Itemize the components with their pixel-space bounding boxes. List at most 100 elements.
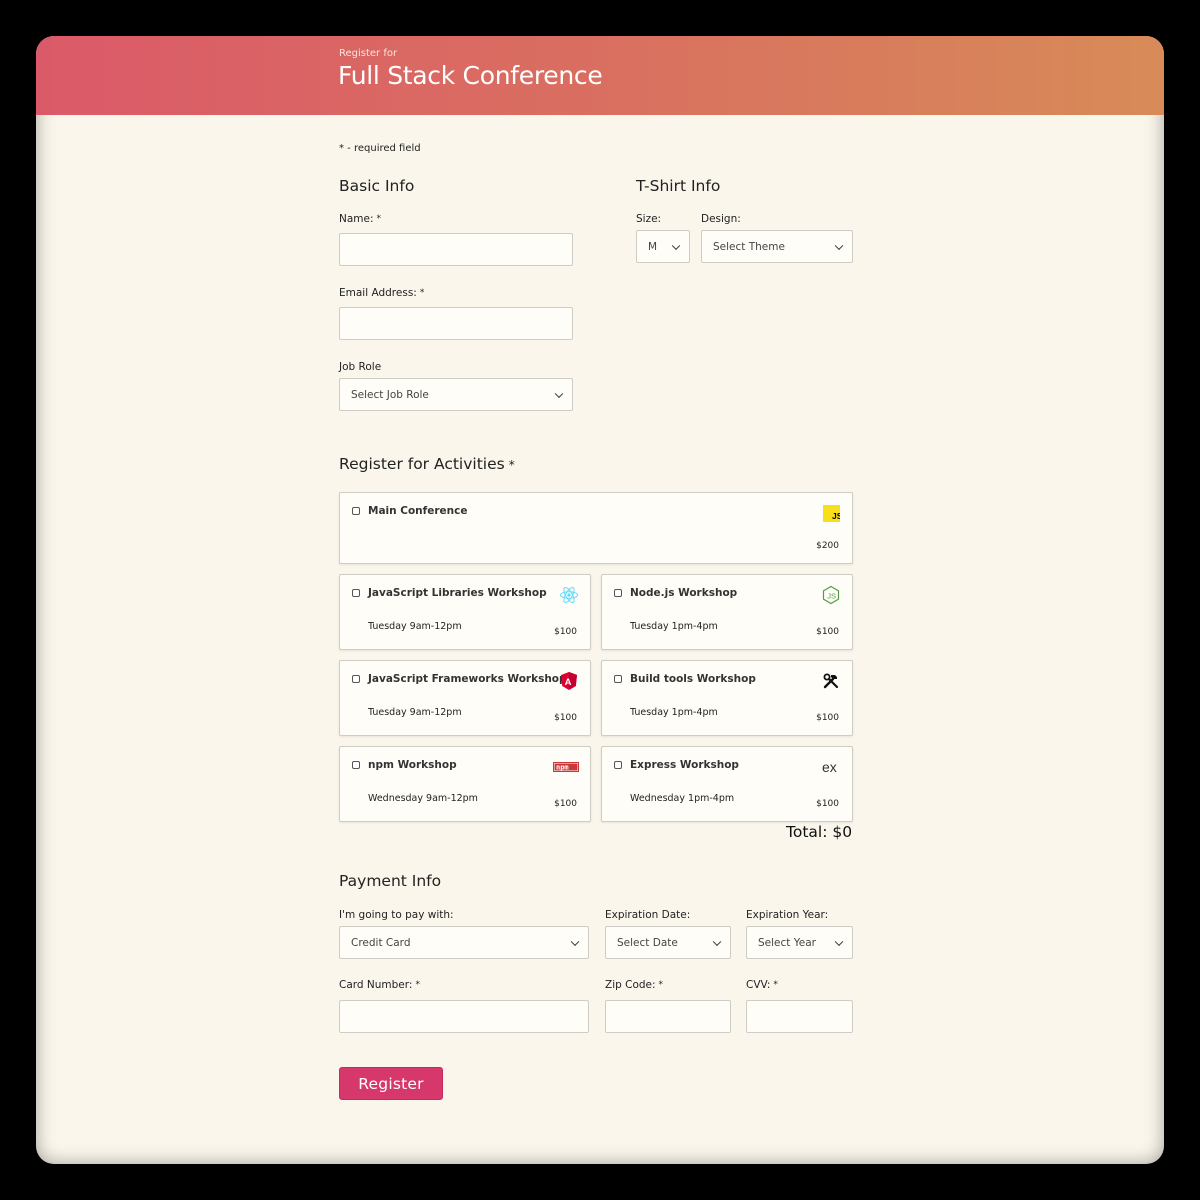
email-label-text: Email Address:	[339, 287, 417, 299]
expiration-date-select[interactable]: Select Date	[605, 926, 731, 959]
activity-name: Main Conference	[368, 505, 468, 517]
required-marker: *	[658, 980, 664, 990]
activity-time: Wednesday 9am-12pm	[368, 793, 478, 804]
activity-express-workshop[interactable]: Express Workshop ex Wednesday 1pm-4pm $1…	[601, 746, 853, 822]
expiration-year-label: Expiration Year:	[746, 909, 829, 921]
job-role-select[interactable]: Select Job Role	[339, 378, 573, 411]
required-marker: *	[376, 214, 382, 224]
npm-icon: npm	[552, 757, 580, 777]
expiration-year-select[interactable]: Select Year	[746, 926, 853, 959]
activities-title-text: Register for Activities	[339, 455, 505, 473]
activity-checkbox[interactable]	[352, 589, 360, 597]
activity-checkbox[interactable]	[352, 761, 360, 769]
email-input[interactable]	[339, 307, 573, 340]
cvv-label-text: CVV:	[746, 979, 771, 991]
express-icon: ex	[821, 757, 841, 777]
activities-total: Total: $0	[786, 823, 853, 841]
zip-code-input[interactable]	[605, 1000, 731, 1033]
design-select-value: Select Theme	[713, 240, 785, 253]
svg-text:npm: npm	[556, 764, 569, 772]
activity-price: $200	[816, 541, 839, 551]
activity-price: $100	[816, 627, 839, 637]
app-window: Register for Full Stack Conference * - r…	[36, 36, 1164, 1164]
email-label: Email Address: *	[339, 287, 424, 299]
svg-text:ex: ex	[822, 759, 837, 775]
card-number-input[interactable]	[339, 1000, 589, 1033]
tshirt-info-title: T-Shirt Info	[636, 177, 721, 195]
activity-time: Tuesday 1pm-4pm	[630, 621, 718, 632]
activity-name: Node.js Workshop	[630, 587, 738, 599]
activity-checkbox[interactable]	[352, 507, 360, 515]
chevron-down-icon	[554, 389, 564, 398]
activity-npm-workshop[interactable]: npm Workshop npm Wednesday 9am-12pm $100	[339, 746, 591, 822]
angular-icon: A	[559, 671, 579, 691]
react-icon	[559, 585, 579, 605]
activity-time: Tuesday 9am-12pm	[368, 621, 462, 632]
design-label: Design:	[701, 213, 741, 225]
svg-text:JS: JS	[827, 592, 836, 601]
activity-checkbox[interactable]	[352, 675, 360, 683]
activity-name: Build tools Workshop	[630, 673, 756, 685]
required-field-note: * - required field	[339, 143, 421, 154]
zip-code-label: Zip Code: *	[605, 979, 663, 991]
expiration-date-value: Select Date	[617, 936, 678, 949]
chevron-down-icon	[570, 937, 580, 946]
activity-nodejs-workshop[interactable]: Node.js Workshop JS Tuesday 1pm-4pm $100	[601, 574, 853, 650]
activity-name: Express Workshop	[630, 759, 739, 771]
expiration-year-value: Select Year	[758, 936, 816, 949]
activity-time: Tuesday 1pm-4pm	[630, 707, 718, 718]
activity-name: JavaScript Frameworks Workshop	[368, 673, 567, 685]
header-pre-title: Register for	[339, 48, 398, 59]
card-number-label: Card Number: *	[339, 979, 420, 991]
payment-method-label: I'm going to pay with:	[339, 909, 454, 921]
activities-title: Register for Activities *	[339, 455, 515, 473]
activity-build-tools-workshop[interactable]: Build tools Workshop Tuesday 1pm-4pm $10…	[601, 660, 853, 736]
activity-js-frameworks-workshop[interactable]: JavaScript Frameworks Workshop A Tuesday…	[339, 660, 591, 736]
activity-checkbox[interactable]	[614, 675, 622, 683]
svg-text:A: A	[565, 677, 572, 688]
expiration-date-label: Expiration Date:	[605, 909, 691, 921]
activity-price: $100	[816, 713, 839, 723]
activity-price: $100	[816, 799, 839, 809]
nodejs-icon: JS	[821, 585, 841, 605]
size-select[interactable]: M	[636, 230, 690, 263]
register-button[interactable]: Register	[339, 1067, 443, 1100]
activity-time: Tuesday 9am-12pm	[368, 707, 462, 718]
activity-name: JavaScript Libraries Workshop	[368, 587, 547, 599]
activity-time: Wednesday 1pm-4pm	[630, 793, 735, 804]
required-marker: *	[508, 458, 515, 472]
activity-checkbox[interactable]	[614, 761, 622, 769]
basic-info-title: Basic Info	[339, 177, 415, 195]
cvv-input[interactable]	[746, 1000, 853, 1033]
name-label-text: Name:	[339, 213, 374, 225]
activity-name: npm Workshop	[368, 759, 457, 771]
tools-icon	[821, 671, 841, 691]
size-select-value: M	[648, 240, 658, 253]
required-marker: *	[419, 288, 425, 298]
chevron-down-icon	[834, 241, 844, 250]
payment-info-title: Payment Info	[339, 872, 442, 890]
chevron-down-icon	[712, 937, 722, 946]
javascript-icon: JS	[821, 503, 841, 523]
chevron-down-icon	[671, 241, 681, 250]
activity-main-conference[interactable]: Main Conference JS $200	[339, 492, 853, 564]
job-role-select-value: Select Job Role	[351, 388, 429, 401]
chevron-down-icon	[834, 937, 844, 946]
cvv-label: CVV: *	[746, 979, 778, 991]
payment-method-select[interactable]: Credit Card	[339, 926, 589, 959]
activity-price: $100	[554, 627, 577, 637]
activity-price: $100	[554, 713, 577, 723]
payment-method-value: Credit Card	[351, 936, 411, 949]
job-role-label: Job Role	[339, 361, 382, 373]
activity-js-libraries-workshop[interactable]: JavaScript Libraries Workshop Tuesday 9a…	[339, 574, 591, 650]
name-input[interactable]	[339, 233, 573, 266]
design-select[interactable]: Select Theme	[701, 230, 853, 263]
name-label: Name: *	[339, 213, 381, 225]
page-header: Register for Full Stack Conference	[36, 36, 1164, 115]
required-marker: *	[773, 980, 778, 990]
required-marker: *	[415, 980, 420, 990]
card-number-label-text: Card Number:	[339, 979, 413, 991]
svg-text:JS: JS	[832, 511, 840, 521]
size-label: Size:	[636, 213, 662, 225]
activity-checkbox[interactable]	[614, 589, 622, 597]
